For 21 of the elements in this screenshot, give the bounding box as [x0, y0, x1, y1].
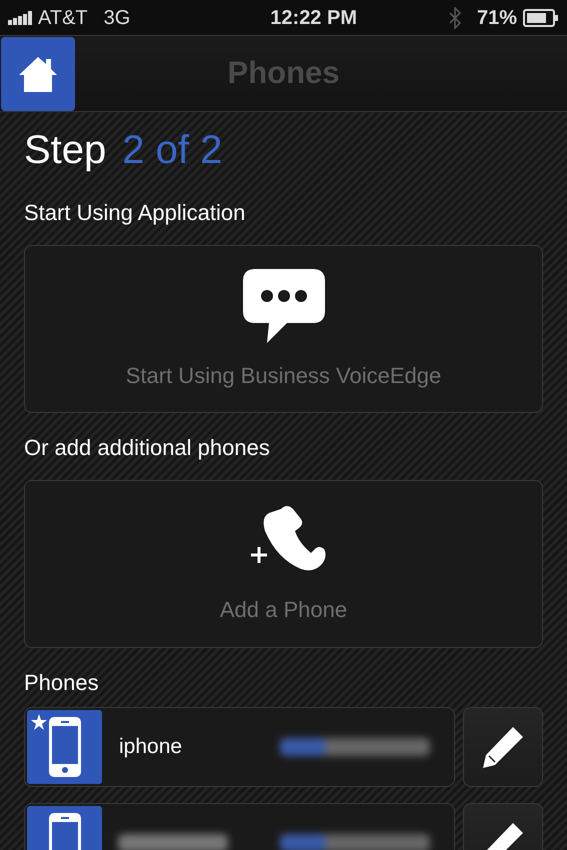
step-label: Step [24, 127, 106, 174]
home-button[interactable] [1, 36, 75, 110]
battery-percent: 71% [476, 6, 517, 30]
section-heading: Phones [24, 669, 100, 697]
home-icon [18, 54, 58, 92]
bluetooth-icon [448, 6, 461, 28]
pencil-icon [481, 725, 525, 769]
smartphone-icon [48, 716, 82, 778]
signal-icon [8, 10, 34, 24]
clock-time: 12:22 PM [269, 6, 357, 30]
add-phone-button[interactable]: Add a Phone [24, 480, 543, 648]
carrier-name: AT&T [38, 6, 88, 30]
phone-row[interactable]: iphone [24, 707, 455, 787]
chat-bubble-icon [240, 266, 326, 344]
battery-icon [522, 8, 559, 26]
start-app-button[interactable]: Start Using Business VoiceEdge [24, 245, 543, 413]
edit-button[interactable] [463, 707, 543, 787]
network-type: 3G [104, 6, 130, 30]
section-heading: Start Using Application [24, 199, 246, 227]
section-heading: Or add additional phones [24, 434, 271, 462]
phone-name: iphone [119, 734, 182, 760]
